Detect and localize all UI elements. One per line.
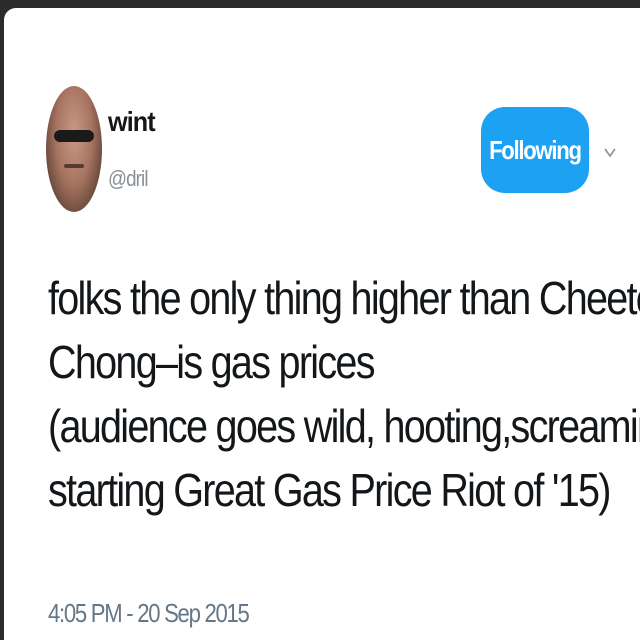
tweet-line: Chong–is gas prices bbox=[48, 336, 375, 388]
tweet-line: starting Great Gas Price Riot of '15) bbox=[48, 464, 611, 516]
tweet-card: wint @dril Following folks the only thin… bbox=[4, 8, 640, 640]
avatar-sunglasses bbox=[54, 130, 94, 142]
author-handle[interactable]: @dril bbox=[108, 166, 149, 192]
avatar[interactable] bbox=[46, 86, 102, 212]
tweet-timestamp[interactable]: 4:05 PM - 20 Sep 2015 bbox=[48, 598, 250, 629]
author-name[interactable]: wint bbox=[108, 106, 156, 138]
avatar-mouth bbox=[64, 164, 84, 168]
tweet-line: folks the only thing higher than Cheetch… bbox=[48, 272, 640, 324]
tweet-text: folks the only thing higher than Cheet ch… bbox=[48, 266, 640, 522]
following-button-label: Following bbox=[489, 134, 582, 165]
tweet-line: (audience goes wild, hooting,screaming; bbox=[48, 400, 640, 452]
chevron-down-icon[interactable] bbox=[602, 144, 618, 160]
following-button[interactable]: Following bbox=[481, 107, 589, 193]
